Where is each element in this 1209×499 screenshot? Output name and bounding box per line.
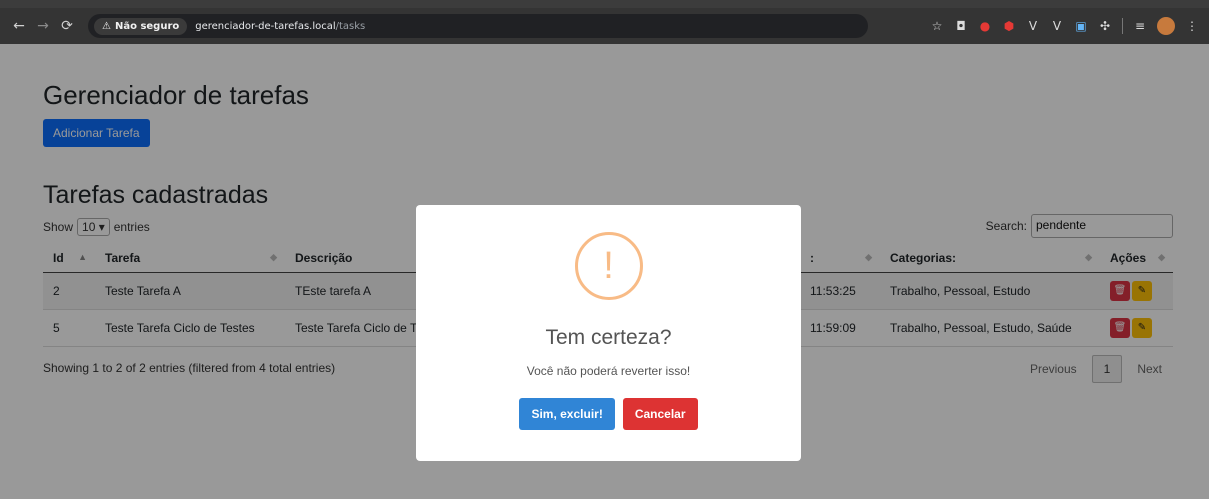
url-host: gerenciador-de-tarefas.local xyxy=(195,20,336,32)
translate-icon[interactable]: ▣ xyxy=(1074,19,1088,33)
playlist-icon[interactable]: ≡ xyxy=(1133,19,1147,33)
forward-icon[interactable]: → xyxy=(32,15,54,37)
tab-strip xyxy=(0,0,1209,8)
warning-triangle-icon: ⚠ xyxy=(102,20,111,32)
camera-icon[interactable]: ◘ xyxy=(954,19,968,33)
v-icon[interactable]: V xyxy=(1026,19,1040,33)
profile-icon[interactable] xyxy=(1157,17,1175,35)
adblock-icon[interactable]: ⬢ xyxy=(1002,19,1016,33)
v-icon[interactable]: V xyxy=(1050,19,1064,33)
bookmark-star-icon[interactable]: ☆ xyxy=(930,19,944,33)
url-path: /tasks xyxy=(335,20,366,32)
rec-icon[interactable]: ● xyxy=(978,19,992,33)
toolbar-separator xyxy=(1122,18,1123,34)
back-icon[interactable]: ← xyxy=(8,15,30,37)
dialog-title: Tem certeza? xyxy=(545,326,672,349)
dialog-actions: Sim, excluir! Cancelar xyxy=(416,398,801,430)
dialog-text: Você não poderá reverter isso! xyxy=(526,364,691,378)
security-indicator[interactable]: ⚠ Não seguro xyxy=(94,17,188,35)
confirm-dialog: ! Tem certeza? Você não poderá reverter … xyxy=(416,205,801,461)
warning-icon: ! xyxy=(574,232,643,300)
browser-toolbar: ← → ⟳ ⚠ Não seguro gerenciador-de-tarefa… xyxy=(0,8,1209,44)
security-label: Não seguro xyxy=(114,20,180,32)
cancel-button[interactable]: Cancelar xyxy=(622,398,698,430)
address-bar[interactable]: ⚠ Não seguro gerenciador-de-tarefas.loca… xyxy=(88,14,868,38)
url-text: gerenciador-de-tarefas.local/tasks xyxy=(195,21,365,32)
extensions-area: ☆ ◘ ● ⬢ V V ▣ ✣ ≡ ⋮ xyxy=(930,8,1199,44)
reload-icon[interactable]: ⟳ xyxy=(56,15,78,37)
browser-chrome: ← → ⟳ ⚠ Não seguro gerenciador-de-tarefa… xyxy=(0,0,1209,44)
menu-icon[interactable]: ⋮ xyxy=(1185,19,1199,33)
confirm-delete-button[interactable]: Sim, excluir! xyxy=(519,398,615,430)
puzzle-icon[interactable]: ✣ xyxy=(1098,19,1112,33)
